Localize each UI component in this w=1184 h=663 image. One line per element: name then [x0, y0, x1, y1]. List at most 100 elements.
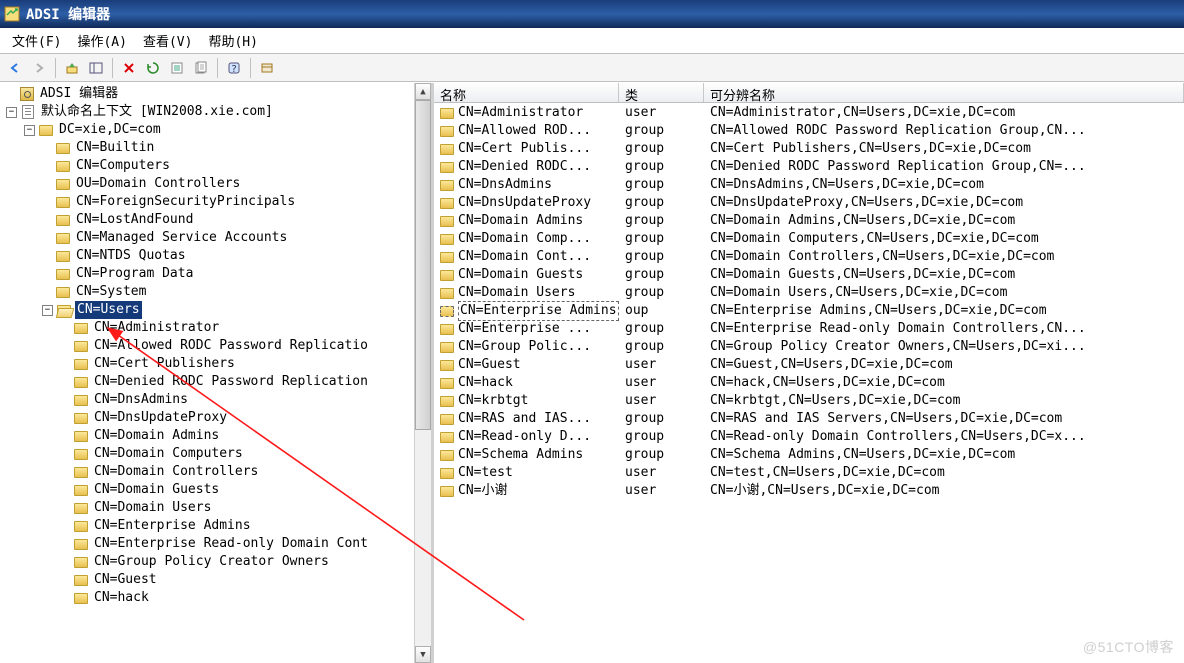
- list-row[interactable]: CN=Domain Comp...groupCN=Domain Computer…: [434, 230, 1184, 248]
- up-button[interactable]: [61, 57, 83, 79]
- list-row[interactable]: CN=RAS and IAS...groupCN=RAS and IAS Ser…: [434, 410, 1184, 428]
- tree-item[interactable]: CN=hack: [0, 589, 431, 607]
- tree-item[interactable]: CN=Allowed RODC Password Replicatio: [0, 337, 431, 355]
- tree-item[interactable]: CN=Denied RODC Password Replication: [0, 373, 431, 391]
- delete-button[interactable]: [118, 57, 140, 79]
- folder-icon: [73, 339, 89, 353]
- menu-help[interactable]: 帮助(H): [200, 29, 265, 52]
- cell-dn: CN=Domain Computers,CN=Users,DC=xie,DC=c…: [704, 230, 1184, 248]
- folder-icon: [55, 249, 71, 263]
- tree-item[interactable]: −CN=Users: [0, 301, 431, 319]
- tree-toggle[interactable]: −: [24, 125, 35, 136]
- tree-item-label: CN=Builtin: [74, 139, 156, 157]
- tree-item[interactable]: CN=Guest: [0, 571, 431, 589]
- list-row[interactable]: CN=DnsUpdateProxygroupCN=DnsUpdateProxy,…: [434, 194, 1184, 212]
- show-hide-tree-button[interactable]: [85, 57, 107, 79]
- list-row[interactable]: CN=Schema AdminsgroupCN=Schema Admins,CN…: [434, 446, 1184, 464]
- list-row[interactable]: CN=Domain Cont...groupCN=Domain Controll…: [434, 248, 1184, 266]
- nav-forward-button[interactable]: [28, 57, 50, 79]
- tree-item[interactable]: CN=Cert Publishers: [0, 355, 431, 373]
- tree-item[interactable]: −DC=xie,DC=com: [0, 121, 431, 139]
- col-header-class[interactable]: 类: [619, 83, 704, 102]
- list-row[interactable]: CN=小谢userCN=小谢,CN=Users,DC=xie,DC=com: [434, 482, 1184, 500]
- list-row[interactable]: CN=Domain GuestsgroupCN=Domain Guests,CN…: [434, 266, 1184, 284]
- tree-item-label: CN=Enterprise Read-only Domain Cont: [92, 535, 370, 553]
- tree-item[interactable]: CN=Computers: [0, 157, 431, 175]
- menu-file[interactable]: 文件(F): [4, 29, 69, 52]
- help-button[interactable]: ?: [223, 57, 245, 79]
- tree-item[interactable]: CN=DnsUpdateProxy: [0, 409, 431, 427]
- tree-item[interactable]: CN=NTDS Quotas: [0, 247, 431, 265]
- tree-item[interactable]: CN=Domain Controllers: [0, 463, 431, 481]
- tree-item-label: CN=Denied RODC Password Replication: [92, 373, 370, 391]
- tree-toggle[interactable]: −: [6, 107, 17, 118]
- list-row[interactable]: CN=testuserCN=test,CN=Users,DC=xie,DC=co…: [434, 464, 1184, 482]
- tree-item[interactable]: OU=Domain Controllers: [0, 175, 431, 193]
- refresh-button[interactable]: [142, 57, 164, 79]
- tree-item[interactable]: CN=DnsAdmins: [0, 391, 431, 409]
- list-row[interactable]: CN=krbtgtuserCN=krbtgt,CN=Users,DC=xie,D…: [434, 392, 1184, 410]
- nav-back-button[interactable]: [4, 57, 26, 79]
- scroll-down-button[interactable]: ▼: [415, 646, 431, 663]
- tree-item[interactable]: CN=LostAndFound: [0, 211, 431, 229]
- cell-class: group: [619, 176, 704, 194]
- list-row[interactable]: CN=Domain UsersgroupCN=Domain Users,CN=U…: [434, 284, 1184, 302]
- col-header-dn[interactable]: 可分辨名称: [704, 83, 1184, 102]
- list-row[interactable]: CN=Enterprise AdminsoupCN=Enterprise Adm…: [434, 302, 1184, 320]
- tree-item-label: CN=Group Policy Creator Owners: [92, 553, 331, 571]
- folder-icon: [440, 144, 454, 155]
- container-button[interactable]: [256, 57, 278, 79]
- tree-item[interactable]: CN=Domain Users: [0, 499, 431, 517]
- tree-item[interactable]: CN=Enterprise Read-only Domain Cont: [0, 535, 431, 553]
- menu-action[interactable]: 操作(A): [69, 29, 134, 52]
- list-row[interactable]: CN=hackuserCN=hack,CN=Users,DC=xie,DC=co…: [434, 374, 1184, 392]
- list-row[interactable]: CN=Domain AdminsgroupCN=Domain Admins,CN…: [434, 212, 1184, 230]
- tree-pane[interactable]: ADSI 编辑器−默认命名上下文 [WIN2008.xie.com]−DC=xi…: [0, 83, 434, 663]
- list-row[interactable]: CN=Cert Publis...groupCN=Cert Publishers…: [434, 140, 1184, 158]
- tree-item[interactable]: CN=Administrator: [0, 319, 431, 337]
- cell-name: CN=Domain Users: [434, 284, 619, 302]
- tree-item[interactable]: ADSI 编辑器: [0, 85, 431, 103]
- tree-item[interactable]: CN=Domain Admins: [0, 427, 431, 445]
- list-row[interactable]: CN=GuestuserCN=Guest,CN=Users,DC=xie,DC=…: [434, 356, 1184, 374]
- list-row[interactable]: CN=AdministratoruserCN=Administrator,CN=…: [434, 104, 1184, 122]
- cell-name: CN=Read-only D...: [434, 428, 619, 446]
- cell-dn: CN=Guest,CN=Users,DC=xie,DC=com: [704, 356, 1184, 374]
- list-row[interactable]: CN=Read-only D...groupCN=Read-only Domai…: [434, 428, 1184, 446]
- tree-item[interactable]: CN=Builtin: [0, 139, 431, 157]
- folder-icon: [440, 468, 454, 479]
- list-row[interactable]: CN=Enterprise ...groupCN=Enterprise Read…: [434, 320, 1184, 338]
- list-row[interactable]: CN=Allowed ROD...groupCN=Allowed RODC Pa…: [434, 122, 1184, 140]
- cell-dn: CN=DnsUpdateProxy,CN=Users,DC=xie,DC=com: [704, 194, 1184, 212]
- scroll-thumb[interactable]: [415, 100, 431, 430]
- list-row[interactable]: CN=Group Polic...groupCN=Group Policy Cr…: [434, 338, 1184, 356]
- cell-class: group: [619, 428, 704, 446]
- cell-dn: CN=hack,CN=Users,DC=xie,DC=com: [704, 374, 1184, 392]
- folder-icon: [55, 231, 71, 245]
- tree-toggle[interactable]: −: [42, 305, 53, 316]
- cell-dn: CN=Read-only Domain Controllers,CN=Users…: [704, 428, 1184, 446]
- properties-button[interactable]: [190, 57, 212, 79]
- tree-item[interactable]: CN=ForeignSecurityPrincipals: [0, 193, 431, 211]
- folder-icon: [440, 126, 454, 137]
- list-row[interactable]: CN=Denied RODC...groupCN=Denied RODC Pas…: [434, 158, 1184, 176]
- tree-scrollbar[interactable]: ▲ ▼: [414, 83, 431, 663]
- tree-item[interactable]: CN=Managed Service Accounts: [0, 229, 431, 247]
- tree-item[interactable]: CN=System: [0, 283, 431, 301]
- tree-item[interactable]: CN=Domain Guests: [0, 481, 431, 499]
- export-list-button[interactable]: [166, 57, 188, 79]
- tree-item[interactable]: −默认命名上下文 [WIN2008.xie.com]: [0, 103, 431, 121]
- cell-dn: CN=test,CN=Users,DC=xie,DC=com: [704, 464, 1184, 482]
- cell-class: user: [619, 464, 704, 482]
- tree-item[interactable]: CN=Enterprise Admins: [0, 517, 431, 535]
- tree-item[interactable]: CN=Domain Computers: [0, 445, 431, 463]
- col-header-name[interactable]: 名称: [434, 83, 619, 102]
- menu-view[interactable]: 查看(V): [135, 29, 200, 52]
- cell-dn: CN=Denied RODC Password Replication Grou…: [704, 158, 1184, 176]
- cell-name: CN=Cert Publis...: [434, 140, 619, 158]
- tree-item-label: CN=Cert Publishers: [92, 355, 237, 373]
- tree-item[interactable]: CN=Group Policy Creator Owners: [0, 553, 431, 571]
- list-row[interactable]: CN=DnsAdminsgroupCN=DnsAdmins,CN=Users,D…: [434, 176, 1184, 194]
- tree-item[interactable]: CN=Program Data: [0, 265, 431, 283]
- scroll-up-button[interactable]: ▲: [415, 83, 431, 100]
